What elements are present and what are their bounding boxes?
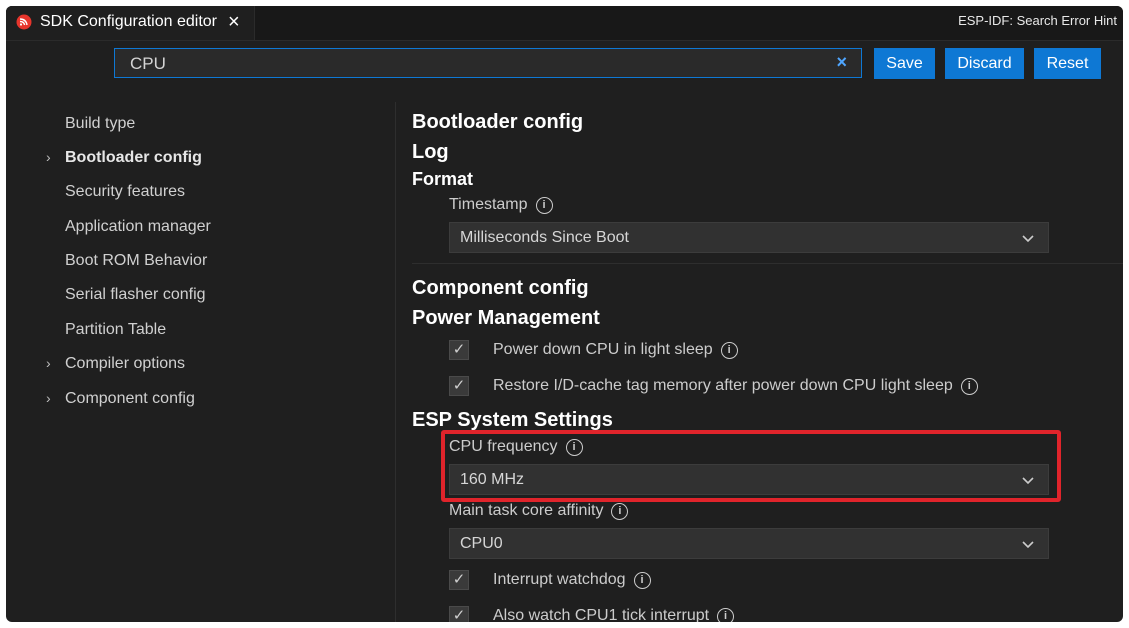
- section-title-log: Log: [412, 141, 449, 163]
- section-title-power-management: Power Management: [412, 307, 600, 329]
- discard-button[interactable]: Discard: [945, 48, 1024, 79]
- info-icon[interactable]: i: [717, 607, 735, 622]
- error-hint-link[interactable]: ESP-IDF: Search Error Hint: [958, 13, 1117, 28]
- info-icon[interactable]: i: [960, 377, 978, 395]
- watch-cpu1-checkbox[interactable]: ✓: [449, 606, 469, 622]
- restore-cache-row: ✓ Restore I/D-cache tag memory after pow…: [449, 375, 978, 397]
- interrupt-watchdog-checkbox[interactable]: ✓: [449, 570, 469, 590]
- espressif-logo-icon: [16, 14, 32, 30]
- section-title-bootloader-config: Bootloader config: [412, 111, 584, 133]
- cpu-frequency-highlight: [441, 430, 1061, 502]
- sidebar-item-bootloader-config[interactable]: Bootloader config: [65, 149, 202, 167]
- sidebar-item-component-config[interactable]: Component config: [65, 390, 195, 408]
- main-task-affinity-label-text: Main task core affinity: [449, 502, 604, 519]
- info-icon[interactable]: i: [535, 196, 553, 214]
- power-down-cpu-checkbox[interactable]: ✓: [449, 340, 469, 360]
- sidebar: Build type › Bootloader config Security …: [6, 102, 394, 622]
- timestamp-label: Timestamp i: [449, 196, 553, 214]
- power-down-cpu-row: ✓ Power down CPU in light sleep i: [449, 339, 738, 361]
- main-task-affinity-select-value: CPU0: [460, 535, 503, 552]
- search-input[interactable]: CPU ×: [114, 48, 862, 78]
- clear-search-icon[interactable]: ×: [836, 52, 847, 73]
- save-button[interactable]: Save: [874, 48, 935, 79]
- section-divider: [412, 263, 1123, 264]
- sdk-config-window: SDK Configuration editor × ESP-IDF: Sear…: [6, 6, 1123, 622]
- sidebar-item-application-manager[interactable]: Application manager: [65, 218, 211, 236]
- chevron-right-icon[interactable]: ›: [46, 355, 51, 371]
- chevron-right-icon[interactable]: ›: [46, 149, 51, 165]
- tab-sdk-config-editor[interactable]: SDK Configuration editor ×: [6, 6, 255, 40]
- info-icon[interactable]: i: [611, 502, 629, 520]
- restore-cache-checkbox[interactable]: ✓: [449, 376, 469, 396]
- interrupt-watchdog-row: ✓ Interrupt watchdog i: [449, 569, 651, 591]
- info-icon[interactable]: i: [720, 341, 738, 359]
- settings-panel: Bootloader config Log Format Timestamp i…: [396, 102, 1123, 622]
- tab-title: SDK Configuration editor: [40, 13, 217, 30]
- sidebar-item-boot-rom-behavior[interactable]: Boot ROM Behavior: [65, 252, 207, 270]
- watch-cpu1-label: Also watch CPU1 tick interrupt: [493, 607, 710, 622]
- section-title-format: Format: [412, 169, 474, 189]
- search-value: CPU: [130, 54, 166, 73]
- timestamp-select[interactable]: Milliseconds Since Boot: [449, 222, 1049, 253]
- main-task-affinity-label: Main task core affinity i: [449, 502, 629, 520]
- chevron-down-icon: [1022, 235, 1034, 243]
- sidebar-item-security-features[interactable]: Security features: [65, 183, 185, 201]
- interrupt-watchdog-label: Interrupt watchdog: [493, 571, 626, 588]
- watch-cpu1-row: ✓ Also watch CPU1 tick interrupt i: [449, 605, 735, 622]
- chevron-down-icon: [1022, 541, 1034, 549]
- sidebar-item-compiler-options[interactable]: Compiler options: [65, 355, 185, 373]
- restore-cache-label: Restore I/D-cache tag memory after power…: [493, 377, 953, 394]
- sidebar-item-serial-flasher-config[interactable]: Serial flasher config: [65, 286, 206, 304]
- close-icon[interactable]: ×: [228, 9, 240, 35]
- main-task-affinity-select[interactable]: CPU0: [449, 528, 1049, 559]
- timestamp-label-text: Timestamp: [449, 196, 528, 213]
- power-down-cpu-label: Power down CPU in light sleep: [493, 341, 713, 358]
- section-title-component-config: Component config: [412, 277, 589, 299]
- sidebar-item-build-type[interactable]: Build type: [65, 115, 135, 133]
- section-title-esp-system-settings: ESP System Settings: [412, 409, 613, 431]
- chevron-right-icon[interactable]: ›: [46, 390, 51, 406]
- sidebar-item-partition-table[interactable]: Partition Table: [65, 321, 166, 339]
- reset-button[interactable]: Reset: [1034, 48, 1101, 79]
- timestamp-select-value: Milliseconds Since Boot: [460, 229, 629, 246]
- tab-bar: SDK Configuration editor × ESP-IDF: Sear…: [6, 6, 1123, 41]
- info-icon[interactable]: i: [633, 571, 651, 589]
